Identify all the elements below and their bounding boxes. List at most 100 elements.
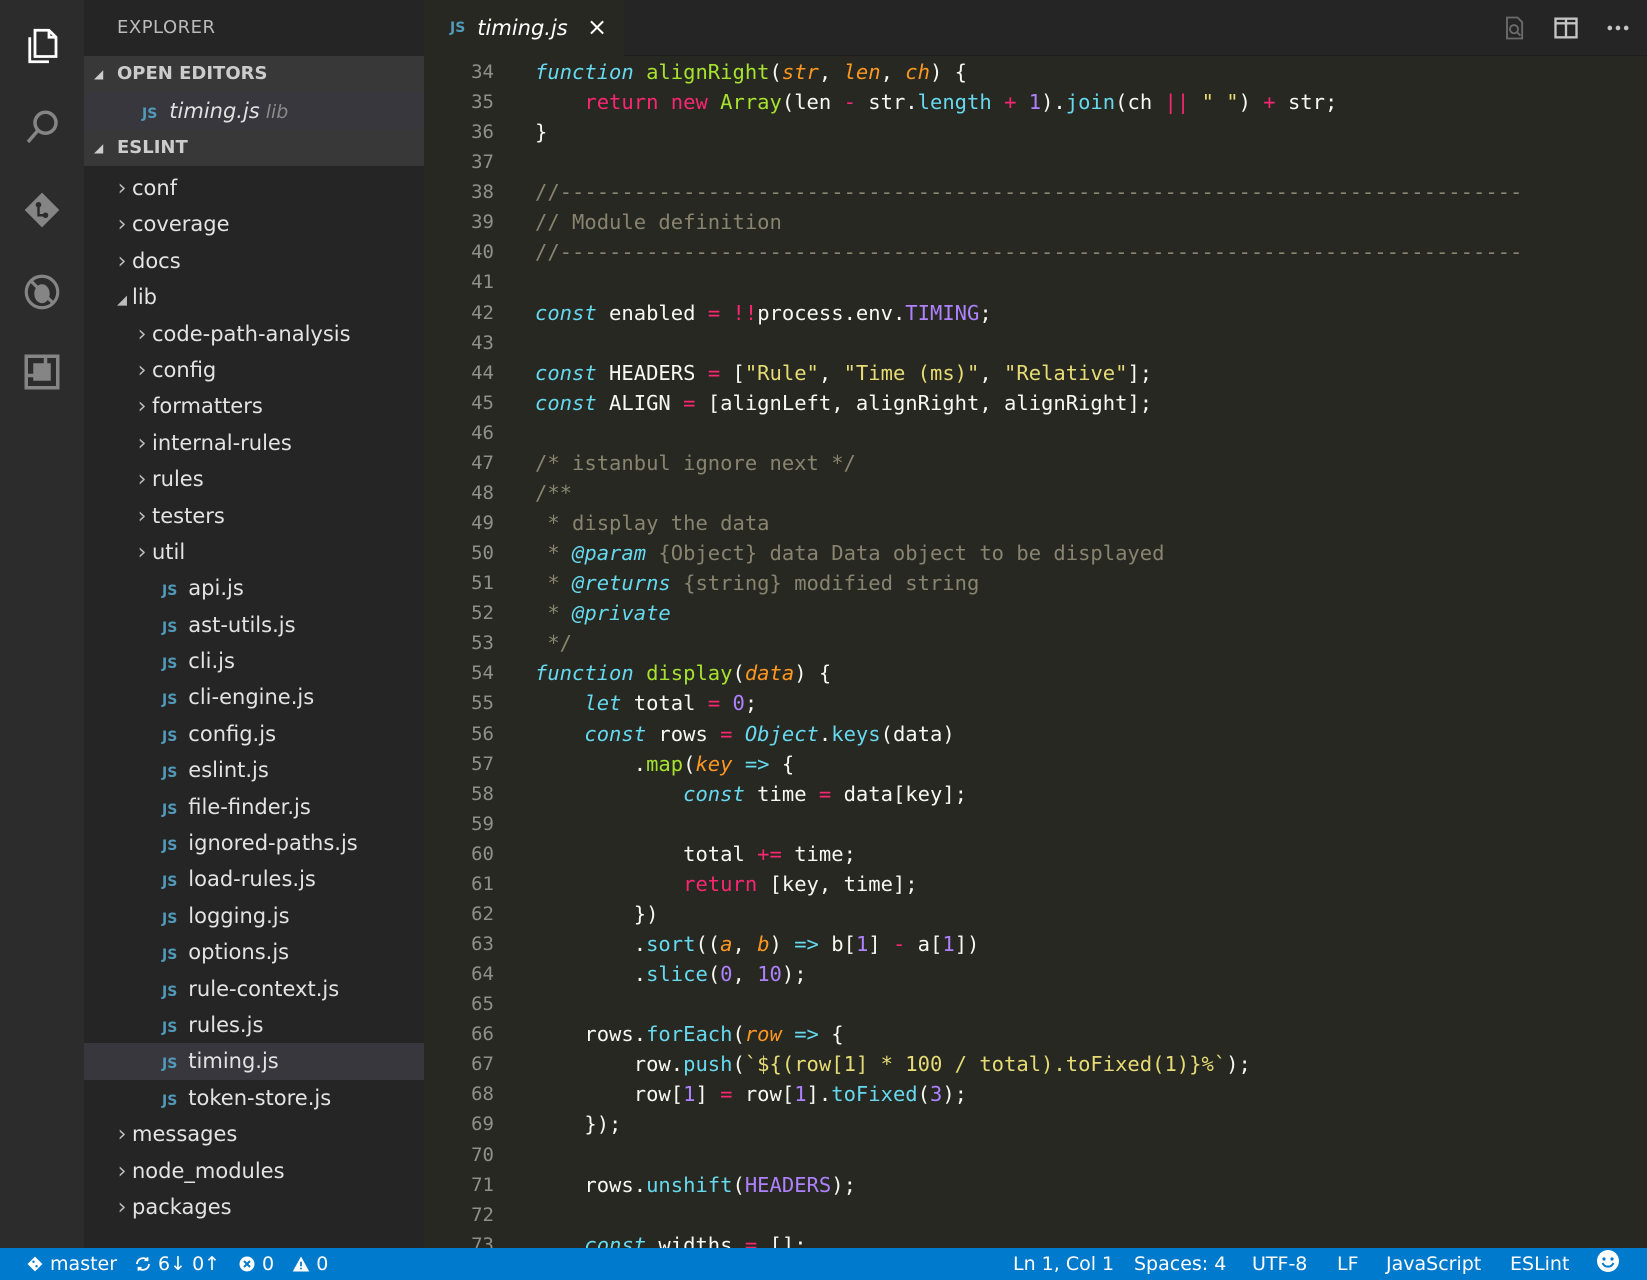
code-line[interactable]: //--------------------------------------… (535, 177, 1522, 207)
open-changes-icon[interactable] (1500, 14, 1528, 42)
code-line[interactable]: * display the data (535, 508, 769, 538)
split-editor-icon[interactable] (1552, 14, 1580, 42)
tab-timing-js[interactable]: JS timing.js × (424, 0, 624, 56)
code-line[interactable]: const time = data[key]; (535, 779, 967, 809)
code-line[interactable]: * @returns {string} modified string (535, 568, 979, 598)
line-number: 57 (471, 752, 494, 775)
close-icon[interactable]: × (584, 14, 610, 40)
git-icon[interactable] (18, 186, 66, 234)
extensions-icon[interactable] (18, 348, 66, 396)
code-line[interactable]: /** (535, 478, 572, 508)
code-token: row. (535, 1052, 684, 1077)
eol-setting[interactable]: LF (1337, 1248, 1359, 1280)
debug-icon[interactable] (18, 268, 66, 316)
chevron-right-icon: › (137, 357, 147, 383)
files-icon[interactable] (18, 22, 66, 70)
code-line[interactable]: .slice(0, 10); (535, 959, 807, 989)
tree-file[interactable]: JS file-finder.js (84, 789, 424, 825)
code-line[interactable]: return new Array(len - str.length + 1).j… (535, 87, 1337, 117)
tree-folder[interactable]: › messages (84, 1116, 424, 1152)
tree-folder[interactable]: › util (84, 534, 424, 570)
open-editor-dir: lib (265, 101, 289, 123)
code-line[interactable]: * @private (535, 598, 670, 628)
tree-file[interactable]: JS rule-context.js (84, 971, 424, 1007)
tree-item-label: file-finder.js (188, 794, 311, 819)
git-branch-status[interactable]: master (26, 1248, 117, 1280)
code-line[interactable]: //--------------------------------------… (535, 237, 1522, 267)
tree-folder[interactable]: › coverage (84, 206, 424, 242)
code-line[interactable]: total += time; (535, 839, 856, 869)
code-line[interactable]: return [key, time]; (535, 869, 918, 899)
indentation-setting[interactable]: Spaces: 4 (1134, 1248, 1226, 1280)
code-line[interactable]: }) (535, 899, 659, 929)
tree-file[interactable]: JS config.js (84, 716, 424, 752)
tree-file[interactable]: JS cli-engine.js (84, 679, 424, 715)
tree-folder[interactable]: › packages (84, 1189, 424, 1225)
code-line[interactable]: function display(data) { (535, 658, 831, 688)
line-number: 48 (471, 481, 494, 504)
cursor-position[interactable]: Ln 1, Col 1 (1013, 1248, 1114, 1280)
tree-item-label: formatters (152, 394, 263, 419)
code-token: rows. (535, 1022, 647, 1047)
open-editor-item-timing[interactable]: JS timing.js lib (84, 92, 424, 130)
code-line[interactable]: const ALIGN = [alignLeft, alignRight, al… (535, 388, 1152, 418)
language-mode[interactable]: JavaScript (1386, 1248, 1481, 1280)
code-line[interactable]: // Module definition (535, 207, 782, 237)
code-line[interactable]: const widths = []; (535, 1230, 806, 1248)
problems-status[interactable]: 0 0 (238, 1248, 328, 1280)
eslint-status[interactable]: ESLint (1510, 1248, 1569, 1280)
code-line[interactable]: row.push(`${(row[1] * 100 / total).toFix… (535, 1049, 1251, 1079)
code-token: let (584, 691, 622, 716)
code-line[interactable]: .map(key => { (535, 749, 794, 779)
tree-file[interactable]: JS options.js (84, 934, 424, 970)
tree-folder[interactable]: › node_modules (84, 1153, 424, 1189)
code-line[interactable]: rows.unshift(HEADERS); (535, 1170, 856, 1200)
tree-file[interactable]: JS load-rules.js (84, 861, 424, 897)
chevron-right-icon: › (137, 321, 147, 347)
sync-status[interactable]: 6↓ 0↑ (134, 1248, 220, 1280)
search-icon[interactable] (18, 104, 66, 152)
code-line[interactable]: /* istanbul ignore next */ (535, 448, 856, 478)
feedback-smiley-icon[interactable] (1596, 1248, 1620, 1280)
code-line[interactable]: row[1] = row[1].toFixed(3); (535, 1079, 967, 1109)
tree-file[interactable]: JS rules.js (84, 1007, 424, 1043)
tree-file[interactable]: JS ignored-paths.js (84, 825, 424, 861)
tree-file[interactable]: JS cli.js (84, 643, 424, 679)
code-line[interactable]: const rows = Object.keys(data) (535, 719, 954, 749)
code-line[interactable]: rows.forEach(row => { (535, 1019, 843, 1049)
code-line[interactable]: */ (535, 628, 572, 658)
tree-folder[interactable]: › conf (84, 170, 424, 206)
tree-file[interactable]: JS timing.js (84, 1043, 424, 1080)
code-line[interactable]: } (535, 117, 547, 147)
tree-folder[interactable]: › formatters (84, 388, 424, 424)
tree-item-label: rule-context.js (188, 976, 340, 1001)
tree-file[interactable]: JS ast-utils.js (84, 607, 424, 643)
tree-file[interactable]: JS token-store.js (84, 1080, 424, 1116)
code-line[interactable]: let total = 0; (535, 688, 757, 718)
tree-folder[interactable]: › rules (84, 461, 424, 497)
more-actions-icon[interactable] (1604, 14, 1632, 42)
tree-folder[interactable]: ◢ lib (84, 279, 424, 315)
code-line[interactable]: const enabled = !!process.env.TIMING; (535, 298, 992, 328)
tree-folder[interactable]: › testers (84, 498, 424, 534)
code-token: {string} modified string (670, 571, 980, 596)
tree-file[interactable]: JS api.js (84, 570, 424, 606)
code-token: //--------------------------------------… (535, 240, 1523, 265)
tree-folder[interactable]: › internal-rules (84, 425, 424, 461)
code-line[interactable]: function alignRight(str, len, ch) { (535, 57, 967, 87)
tree-file[interactable]: JS logging.js (84, 898, 424, 934)
open-editors-header[interactable]: ◢ OPEN EDITORS (84, 56, 424, 92)
tree-folder[interactable]: › code-path-analysis (84, 316, 424, 352)
code-line[interactable]: * @param {Object} data Data object to be… (535, 538, 1164, 568)
tree-file[interactable]: JS eslint.js (84, 752, 424, 788)
code-editor[interactable]: 34 function alignRight(str, len, ch) {35 … (424, 57, 1647, 1248)
code-line[interactable]: const HEADERS = ["Rule", "Time (ms)", "R… (535, 358, 1152, 388)
encoding-setting[interactable]: UTF-8 (1252, 1248, 1307, 1280)
code-line[interactable]: }); (535, 1109, 621, 1139)
project-header[interactable]: ◢ ESLINT (84, 130, 424, 166)
code-line[interactable]: .sort((a, b) => b[1] - a[1]) (535, 929, 980, 959)
tree-folder[interactable]: › config (84, 352, 424, 388)
status-bar: master 6↓ 0↑ 0 0 Ln 1, Col 1 Spaces: 4 U… (0, 1248, 1647, 1280)
tree-folder[interactable]: › docs (84, 243, 424, 279)
